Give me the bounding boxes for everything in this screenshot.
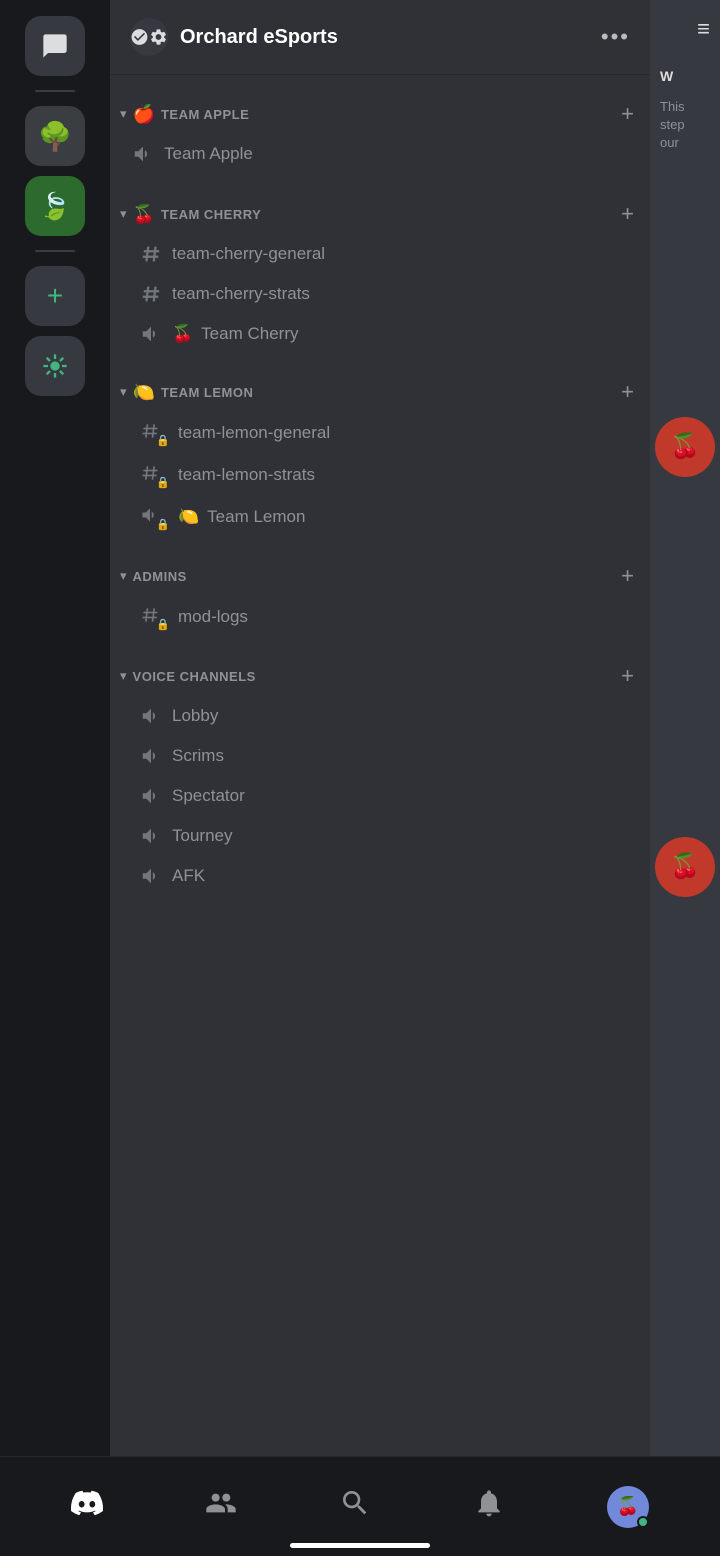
bottom-nav-notifications[interactable] xyxy=(473,1487,505,1526)
hash-lock-icon-lemon-strats: 🔒 xyxy=(140,463,168,487)
right-panel-title: W xyxy=(650,58,720,94)
channel-item-afk[interactable]: AFK xyxy=(118,857,642,895)
server-icon-explore[interactable] xyxy=(25,336,85,396)
channel-item-mod-logs[interactable]: 🔒 mod-logs xyxy=(118,597,642,637)
category-team-lemon: ▾ 🍋 TEAM LEMON + 🔒 team-lemon-general xyxy=(110,373,650,537)
server-icon-green[interactable]: 🍃 xyxy=(25,176,85,236)
channel-name-afk: AFK xyxy=(172,866,205,886)
category-team-lemon-header[interactable]: ▾ 🍋 TEAM LEMON + xyxy=(110,373,650,411)
add-channel-team-lemon-button[interactable]: + xyxy=(621,379,634,405)
category-voice-channels-label: VOICE CHANNELS xyxy=(133,669,256,684)
bell-icon xyxy=(473,1487,505,1526)
chevron-down-icon-lemon: ▾ xyxy=(120,384,127,400)
user-avatar: 🍒 xyxy=(607,1486,649,1528)
hash-lock-icon-lemon-general: 🔒 xyxy=(140,421,168,445)
category-admins-header[interactable]: ▾ ADMINS + xyxy=(110,557,650,595)
right-panel: ≡ W Thisstepour 🍒 🍒 xyxy=(650,0,720,1490)
category-team-apple-label: TEAM APPLE xyxy=(161,107,249,122)
discord-icon xyxy=(71,1487,103,1526)
channel-item-team-apple-partial[interactable]: Team Apple xyxy=(110,133,650,175)
channel-item-team-lemon-strats[interactable]: 🔒 team-lemon-strats xyxy=(118,455,642,495)
bottom-nav-profile[interactable]: 🍒 xyxy=(607,1486,649,1528)
channel-item-team-cherry-voice[interactable]: 🍒 Team Cherry xyxy=(118,315,642,353)
channel-item-team-lemon-voice[interactable]: 🔒 🍋 Team Lemon xyxy=(118,497,642,537)
bottom-nav: 🍒 xyxy=(0,1456,720,1556)
channel-name-spectator: Spectator xyxy=(172,786,245,806)
add-channel-admins-button[interactable]: + xyxy=(621,563,634,589)
search-icon xyxy=(339,1487,371,1526)
sidebar-divider-2 xyxy=(35,250,75,252)
channel-item-team-cherry-strats[interactable]: team-cherry-strats xyxy=(118,275,642,313)
channel-name-team-lemon-voice: 🍋 Team Lemon xyxy=(178,507,305,527)
right-panel-avatar-1: 🍒 xyxy=(655,417,715,477)
add-server-button[interactable]: + xyxy=(25,266,85,326)
speaker-icon-cherry xyxy=(140,323,162,345)
server-name: Orchard eSports xyxy=(180,26,601,49)
category-team-apple-header[interactable]: ▾ 🍎 TEAM APPLE + xyxy=(110,95,650,133)
hash-icon-cherry-strats xyxy=(140,283,162,305)
home-indicator xyxy=(290,1543,430,1548)
channel-name-team-cherry-strats: team-cherry-strats xyxy=(172,284,310,304)
category-team-cherry-label: TEAM CHERRY xyxy=(161,207,261,222)
server-icon-orchard[interactable]: 🌳 xyxy=(25,106,85,166)
category-team-apple: ▾ 🍎 TEAM APPLE + Team Apple xyxy=(110,95,650,175)
channel-name-tourney: Tourney xyxy=(172,826,232,846)
speaker-icon-spectator xyxy=(140,785,162,807)
friends-icon xyxy=(205,1487,237,1526)
server-header-icon xyxy=(130,18,168,56)
chevron-down-icon: ▾ xyxy=(120,106,127,122)
chevron-down-icon-voice: ▾ xyxy=(120,668,127,684)
right-panel-body: Thisstepour xyxy=(650,94,720,157)
hash-lock-icon-mod-logs: 🔒 xyxy=(140,605,168,629)
right-panel-avatar-2: 🍒 xyxy=(655,837,715,897)
chevron-down-icon-cherry: ▾ xyxy=(120,206,127,222)
server-more-button[interactable]: ••• xyxy=(601,24,630,50)
channel-name-scrims: Scrims xyxy=(172,746,224,766)
channel-name-mod-logs: mod-logs xyxy=(178,607,248,627)
hamburger-icon[interactable]: ≡ xyxy=(697,16,710,42)
channel-item-team-lemon-general[interactable]: 🔒 team-lemon-general xyxy=(118,413,642,453)
add-channel-voice-button[interactable]: + xyxy=(621,663,634,689)
speaker-lock-icon-lemon: 🔒 xyxy=(140,505,168,529)
channel-name-team-apple: Team Apple xyxy=(164,144,253,164)
channel-item-tourney[interactable]: Tourney xyxy=(118,817,642,855)
add-channel-team-apple-button[interactable]: + xyxy=(621,101,634,127)
category-admins-label: ADMINS xyxy=(133,569,187,584)
server-header[interactable]: Orchard eSports ••• xyxy=(110,0,650,75)
hash-icon-cherry-general xyxy=(140,243,162,265)
channel-item-lobby[interactable]: Lobby xyxy=(118,697,642,735)
channel-sidebar: Orchard eSports ••• ▾ 🍎 TEAM APPLE + Tea… xyxy=(110,0,650,1490)
category-team-cherry: ▾ 🍒 TEAM CHERRY + team-cherry-general xyxy=(110,195,650,353)
category-admins: ▾ ADMINS + 🔒 mod-logs xyxy=(110,557,650,637)
category-team-lemon-label: TEAM LEMON xyxy=(161,385,253,400)
channel-name-lobby: Lobby xyxy=(172,706,218,726)
speaker-icon-afk xyxy=(140,865,162,887)
speaker-icon-lobby xyxy=(140,705,162,727)
add-channel-team-cherry-button[interactable]: + xyxy=(621,201,634,227)
speaker-icon-scrims xyxy=(140,745,162,767)
server-icon-chat[interactable] xyxy=(25,16,85,76)
channel-name-team-cherry-voice: 🍒 Team Cherry xyxy=(172,324,298,344)
sidebar-divider-1 xyxy=(35,90,75,92)
server-sidebar: 🌳 🍃 + xyxy=(0,0,110,1490)
chevron-down-icon-admins: ▾ xyxy=(120,568,127,584)
category-team-cherry-header[interactable]: ▾ 🍒 TEAM CHERRY + xyxy=(110,195,650,233)
category-voice-channels-header[interactable]: ▾ VOICE CHANNELS + xyxy=(110,657,650,695)
bottom-nav-friends[interactable] xyxy=(205,1487,237,1526)
channel-name-team-lemon-general: team-lemon-general xyxy=(178,423,330,443)
channel-name-team-lemon-strats: team-lemon-strats xyxy=(178,465,315,485)
speaker-icon-tourney xyxy=(140,825,162,847)
bottom-nav-home[interactable] xyxy=(71,1487,103,1526)
category-voice-channels: ▾ VOICE CHANNELS + Lobby Scrims xyxy=(110,657,650,895)
channel-item-scrims[interactable]: Scrims xyxy=(118,737,642,775)
bottom-nav-search[interactable] xyxy=(339,1487,371,1526)
channel-item-team-cherry-general[interactable]: team-cherry-general xyxy=(118,235,642,273)
online-status-dot xyxy=(637,1516,649,1528)
channel-item-spectator[interactable]: Spectator xyxy=(118,777,642,815)
right-panel-header: ≡ xyxy=(650,0,720,58)
channel-name-team-cherry-general: team-cherry-general xyxy=(172,244,325,264)
